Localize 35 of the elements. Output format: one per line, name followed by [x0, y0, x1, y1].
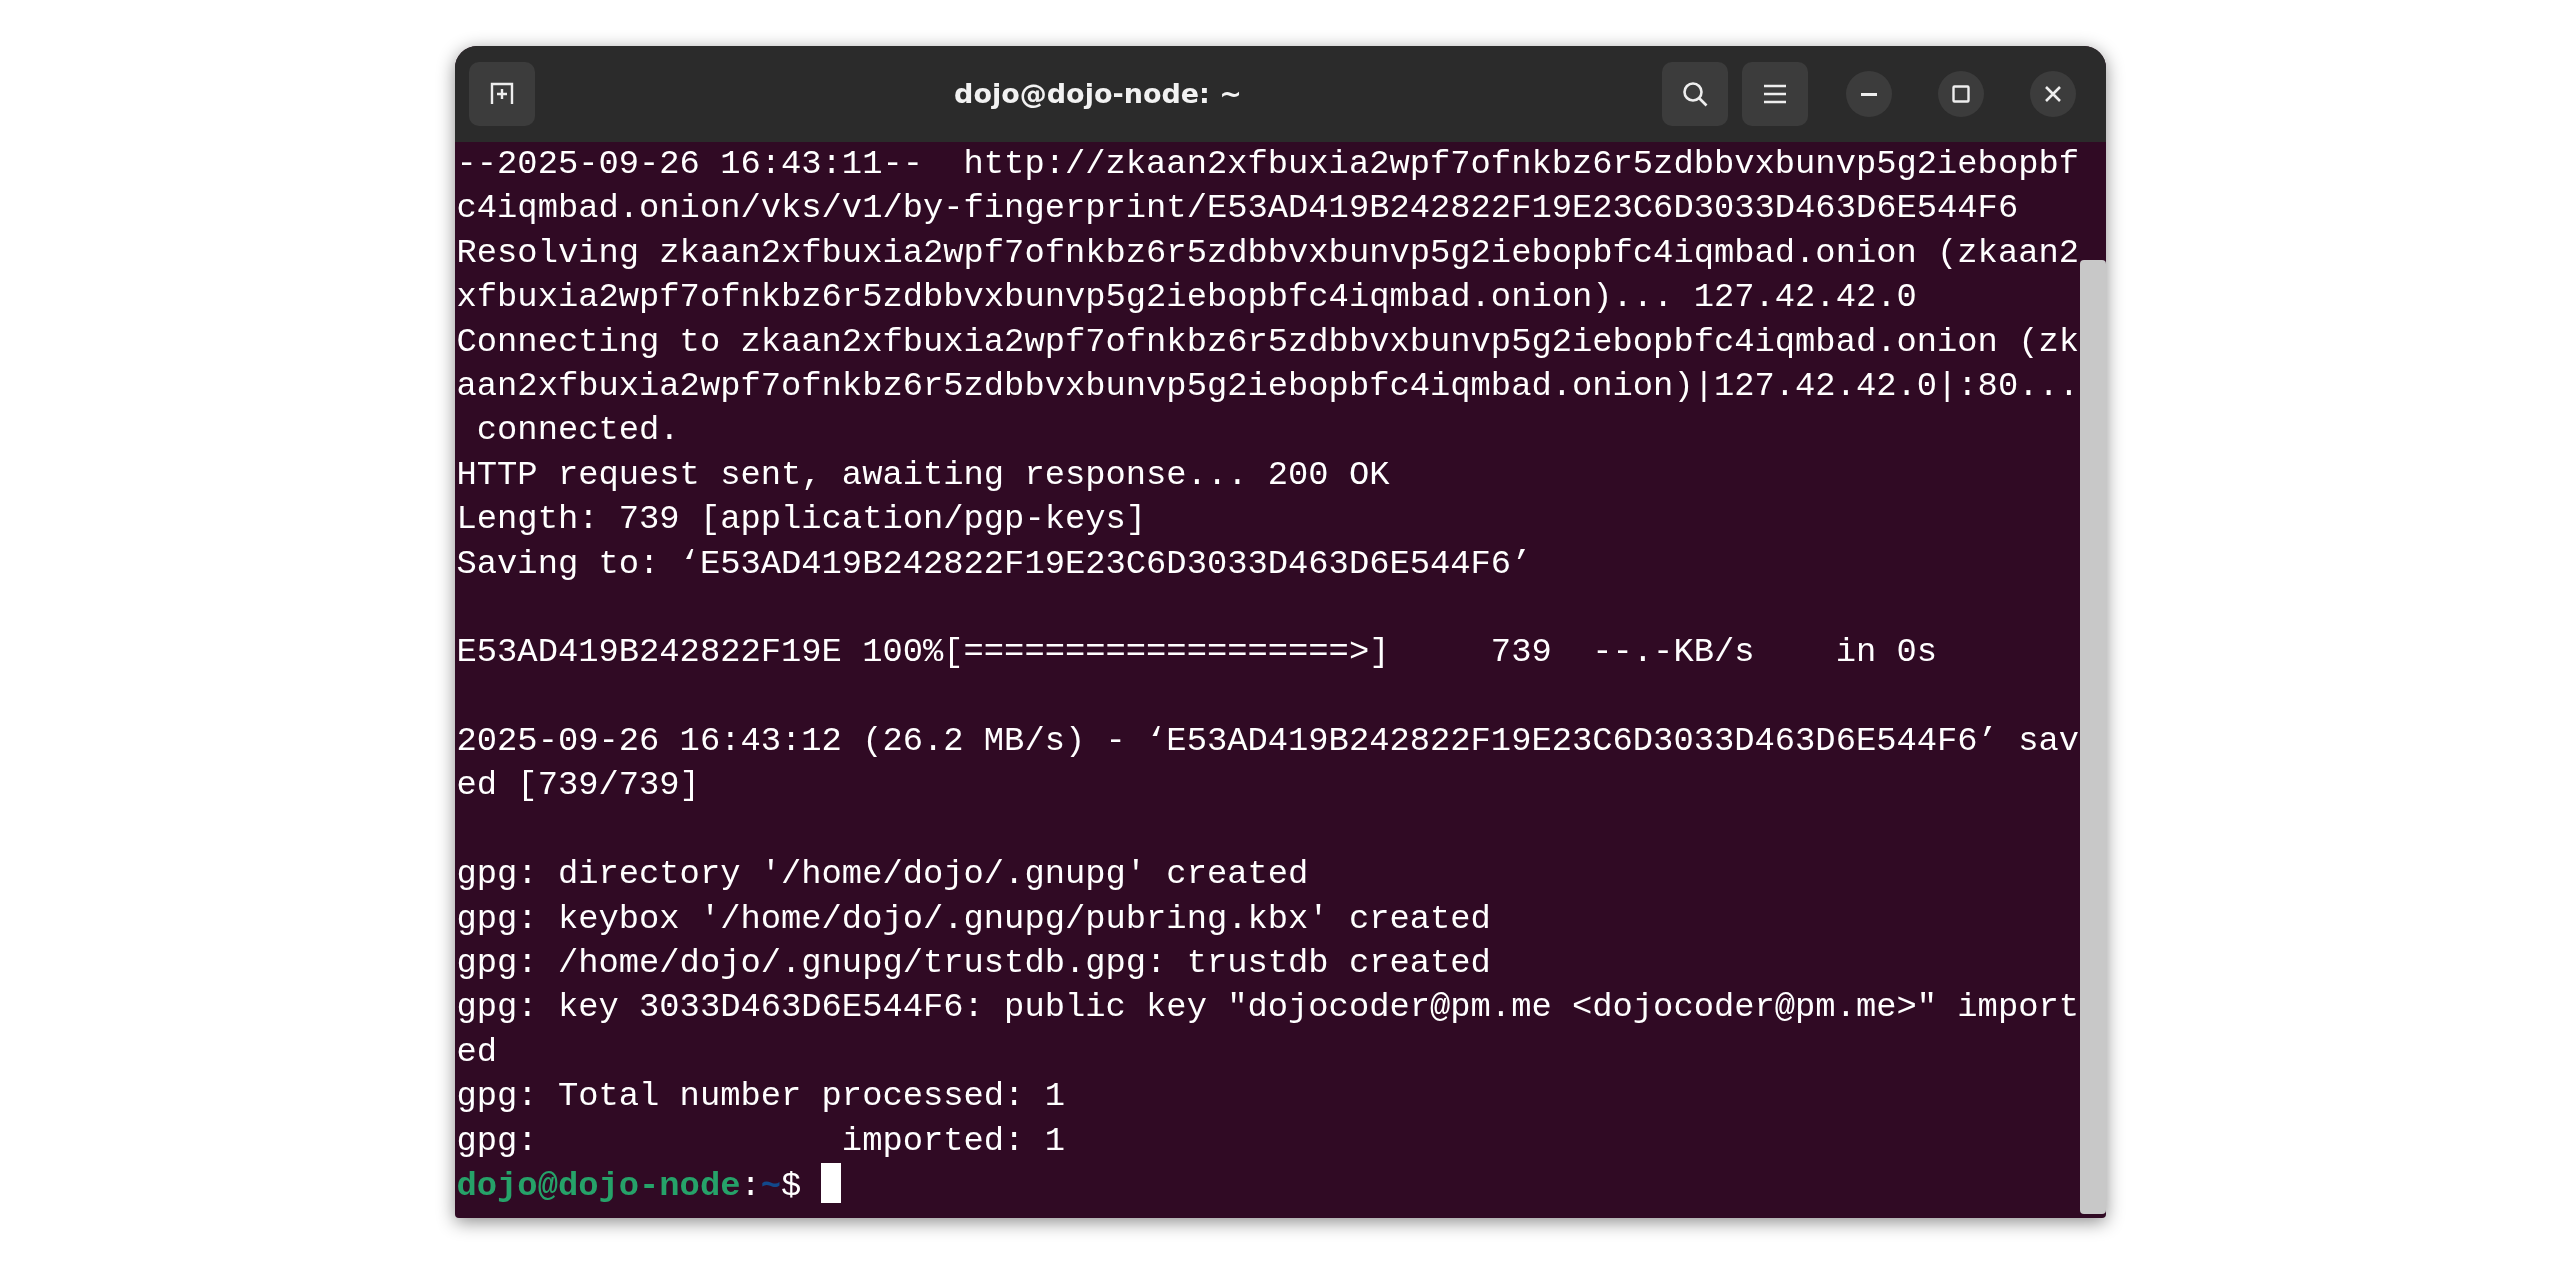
terminal-line: 2025-09-26 16:43:12 (26.2 MB/s) - ‘E53AD419B242822F19E23C6D3033D463D6E544F6’ sav	[456, 721, 2079, 763]
search-icon	[1680, 80, 1709, 108]
terminal-line: gpg: imported: 1	[456, 1120, 1065, 1162]
search-button[interactable]	[1661, 62, 1728, 126]
terminal-line: aan2xfbuxia2wpf7ofnkbz6r5zdbbvxbunvp5g2iebopbfc4iqmbad.onion)|127.42.42.0|:80...	[456, 365, 2079, 407]
maximize-button[interactable]	[1937, 71, 1984, 117]
terminal-line: gpg: keybox '/home/dojo/.gnupg/pubring.kbx' created	[456, 898, 1491, 940]
terminal-line: Saving to: ‘E53AD419B242822F19E23C6D3033D463D6E544F6’	[456, 543, 1532, 585]
minimize-button[interactable]	[1845, 71, 1892, 117]
terminal-line: ed [739/739]	[456, 765, 700, 807]
close-button[interactable]	[2029, 71, 2076, 117]
new-tab-icon	[488, 81, 515, 107]
terminal-line: E53AD419B242822F19E 100%[===================>] 739 --.-KB/s in 0s	[456, 632, 1938, 674]
terminal-line: gpg: key 3033D463D6E544F6: public key "dojocoder@pm.me <dojocoder@pm.me>" import	[456, 987, 2079, 1029]
terminal-line: HTTP request sent, awaiting response... 200 OK	[456, 454, 1390, 496]
terminal-line: Connecting to zkaan2xfbuxia2wpf7ofnkbz6r5zdbbvxbunvp5g2iebopbfc4iqmbad.onion (zk	[456, 321, 2079, 363]
terminal-line: gpg: Total number processed: 1	[456, 1076, 1065, 1118]
terminal-line: ed	[456, 1031, 498, 1073]
close-icon	[2043, 85, 2062, 103]
menu-icon	[1762, 84, 1787, 104]
maximize-icon	[1951, 85, 1970, 103]
terminal-line: --2025-09-26 16:43:11-- http://zkaan2xfbuxia2wpf7ofnkbz6r5zdbbvxbunvp5g2iebopbf	[456, 144, 2079, 185]
shell-prompt: dojo@dojo-node:~$	[456, 1167, 802, 1205]
terminal-line: gpg: directory '/home/dojo/.gnupg' created	[456, 854, 1309, 896]
terminal-line: Resolving zkaan2xfbuxia2wpf7ofnkbz6r5zdbbvxbunvp5g2iebopbfc4iqmbad.onion (zkaan2	[456, 232, 2079, 274]
menu-button[interactable]	[1741, 62, 1808, 126]
window-title: dojo@dojo-node: ~	[953, 76, 1243, 111]
terminal-line: gpg: /home/dojo/.gnupg/trustdb.gpg: trustdb created	[456, 943, 1491, 985]
terminal-line: Length: 739 [application/pgp-keys]	[456, 499, 1147, 541]
terminal-line: connected.	[475, 410, 680, 452]
terminal-line: xfbuxia2wpf7ofnkbz6r5zdbbvxbunvp5g2iebopbfc4iqmbad.onion)... 127.42.42.0	[456, 277, 1917, 319]
scrollbar-thumb[interactable]	[2079, 260, 2106, 1214]
terminal-line: c4iqmbad.onion/vks/v1/by-fingerprint/E53AD419B242822F19E23C6D3033D463D6E544F6	[456, 188, 2019, 230]
minimize-icon	[1860, 92, 1877, 96]
new-tab-button[interactable]	[468, 62, 535, 126]
